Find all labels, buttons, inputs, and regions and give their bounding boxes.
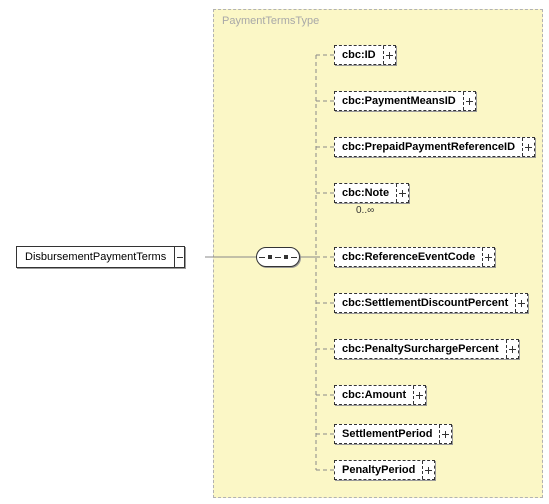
expand-icon[interactable] <box>515 294 527 312</box>
expand-icon[interactable] <box>463 92 475 110</box>
child-element[interactable]: cbc:Note <box>334 183 409 203</box>
expand-icon[interactable] <box>396 184 408 202</box>
child-element[interactable]: cbc:SettlementDiscountPercent <box>334 293 528 313</box>
child-element[interactable]: cbc:ReferenceEventCode <box>334 247 495 267</box>
child-element[interactable]: SettlementPeriod <box>334 424 452 444</box>
expand-icon <box>174 247 184 267</box>
expand-icon[interactable] <box>482 248 494 266</box>
expand-icon[interactable] <box>506 340 518 358</box>
cardinality-label: 0..∞ <box>356 205 374 216</box>
expand-icon[interactable] <box>439 425 451 443</box>
child-element[interactable]: PenaltyPeriod <box>334 460 435 480</box>
sequence-compositor[interactable] <box>256 247 300 267</box>
child-label: PenaltyPeriod <box>335 461 422 479</box>
root-element-label: DisbursementPaymentTerms <box>17 247 174 267</box>
expand-icon[interactable] <box>522 138 534 156</box>
child-label: cbc:ReferenceEventCode <box>335 248 482 266</box>
child-label: cbc:SettlementDiscountPercent <box>335 294 515 312</box>
child-element[interactable]: cbc:PenaltySurchargePercent <box>334 339 519 359</box>
expand-icon[interactable] <box>413 386 425 404</box>
child-label: cbc:PrepaidPaymentReferenceID <box>335 138 522 156</box>
expand-icon[interactable] <box>383 46 395 64</box>
root-element[interactable]: DisbursementPaymentTerms <box>16 246 185 268</box>
child-label: cbc:PaymentMeansID <box>335 92 463 110</box>
child-element[interactable]: cbc:PaymentMeansID <box>334 91 476 111</box>
child-label: cbc:Amount <box>335 386 413 404</box>
child-element[interactable]: cbc:PrepaidPaymentReferenceID <box>334 137 535 157</box>
child-label: cbc:Note <box>335 184 396 202</box>
expand-icon[interactable] <box>422 461 434 479</box>
child-label: SettlementPeriod <box>335 425 439 443</box>
child-element[interactable]: cbc:ID <box>334 45 396 65</box>
child-label: cbc:ID <box>335 46 383 64</box>
child-element[interactable]: cbc:Amount <box>334 385 426 405</box>
child-label: cbc:PenaltySurchargePercent <box>335 340 506 358</box>
type-name-label: PaymentTermsType <box>222 15 319 27</box>
diagram-canvas: PaymentTermsType DisbursementPaymentTerm… <box>0 0 549 504</box>
